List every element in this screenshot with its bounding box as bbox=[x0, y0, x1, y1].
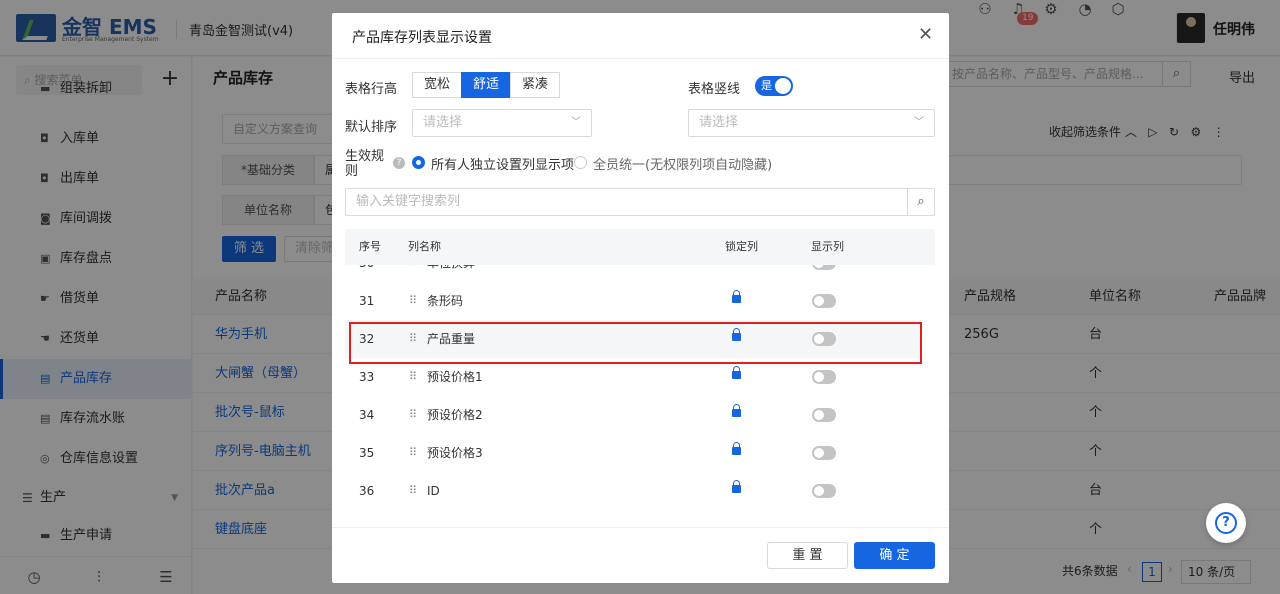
search-icon[interactable]: ⌕ bbox=[907, 189, 934, 215]
col-lock: 锁定列 bbox=[725, 240, 758, 253]
default-sort-label: 默认排序 bbox=[345, 120, 398, 135]
list-item[interactable]: 34 ⠿ 预设价格2 bbox=[345, 396, 921, 434]
reset-button[interactable]: 重 置 bbox=[767, 542, 848, 569]
lock-icon[interactable] bbox=[732, 265, 741, 267]
dialog-title: 产品库存列表显示设置 bbox=[352, 30, 492, 46]
row-seq: 34 bbox=[359, 408, 375, 422]
rule-individual-label[interactable]: 所有人独立设置列显示项 bbox=[431, 154, 574, 173]
rule-radio-unified[interactable] bbox=[574, 156, 587, 169]
row-height-label: 表格行高 bbox=[345, 82, 398, 97]
col-seq: 序号 bbox=[359, 240, 381, 253]
toggle-knob bbox=[775, 78, 791, 94]
toggle-text: 是 bbox=[761, 79, 772, 92]
drag-handle-icon[interactable]: ⠿ bbox=[409, 282, 417, 320]
highlight-box bbox=[349, 322, 922, 364]
sort-order-select[interactable]: 请选择 ﹀ bbox=[688, 109, 935, 137]
row-height-loose[interactable]: 宽松 bbox=[412, 72, 462, 98]
column-grid-body: 30 ⠿ 单位换算 31 ⠿ 条形码 32 ⠿ 产品重量 33 ⠿ 预设价格1 bbox=[345, 265, 935, 527]
lock-icon[interactable] bbox=[732, 480, 741, 495]
rule-radio-individual[interactable] bbox=[412, 156, 425, 169]
help-button[interactable]: ? bbox=[1206, 503, 1246, 543]
effect-rule-label: 生效规则 bbox=[345, 149, 385, 179]
column-grid-header: 序号 列名称 锁定列 显示列 bbox=[345, 229, 935, 265]
row-column-name: 预设价格3 bbox=[427, 446, 483, 460]
help-icon[interactable]: ? bbox=[393, 157, 405, 169]
show-column-switch[interactable] bbox=[812, 265, 836, 270]
lock-icon[interactable] bbox=[732, 290, 741, 305]
dialog-footer: 重 置 确 定 bbox=[332, 527, 949, 583]
row-height-comfortable[interactable]: 舒适 bbox=[461, 72, 511, 98]
question-icon: ? bbox=[1215, 512, 1237, 534]
row-seq: 35 bbox=[359, 446, 375, 460]
drag-handle-icon[interactable]: ⠿ bbox=[409, 434, 417, 472]
confirm-button[interactable]: 确 定 bbox=[854, 542, 935, 569]
default-sort-select[interactable]: 请选择 ﹀ bbox=[412, 109, 592, 137]
show-column-switch[interactable] bbox=[812, 484, 836, 498]
row-column-name: 预设价格2 bbox=[427, 408, 483, 422]
drag-handle-icon[interactable]: ⠿ bbox=[409, 472, 417, 510]
show-column-switch[interactable] bbox=[812, 408, 836, 422]
show-column-switch[interactable] bbox=[812, 446, 836, 460]
row-seq: 30 bbox=[359, 265, 374, 282]
rule-unified-label[interactable]: 全员统一(无权限列项自动隐藏) bbox=[593, 154, 772, 173]
vertical-line-label: 表格竖线 bbox=[688, 82, 741, 97]
col-column-name: 列名称 bbox=[408, 240, 441, 253]
row-column-name: 条形码 bbox=[427, 294, 464, 308]
dialog-header: 产品库存列表显示设置 ✕ bbox=[332, 13, 949, 59]
list-item[interactable]: 31 ⠿ 条形码 bbox=[345, 282, 921, 320]
show-column-switch[interactable] bbox=[812, 294, 836, 308]
column-search-input[interactable]: 输入关键字搜索列 ⌕ bbox=[345, 188, 935, 216]
chevron-down-icon: ﹀ bbox=[571, 117, 581, 128]
close-icon[interactable]: ✕ bbox=[918, 25, 933, 45]
chevron-down-icon: ﹀ bbox=[914, 117, 924, 128]
drag-handle-icon[interactable]: ⠿ bbox=[409, 396, 417, 434]
vertical-line-toggle[interactable]: 是 bbox=[755, 76, 793, 96]
col-show: 显示列 bbox=[811, 240, 844, 253]
list-item[interactable]: 30 ⠿ 单位换算 bbox=[345, 265, 921, 282]
lock-icon[interactable] bbox=[732, 442, 741, 457]
row-height-compact[interactable]: 紧凑 bbox=[510, 72, 560, 98]
row-column-name: 单位换算 bbox=[427, 265, 475, 282]
row-column-name: ID bbox=[427, 484, 440, 498]
row-seq: 36 bbox=[359, 484, 375, 498]
column-settings-dialog: 产品库存列表显示设置 ✕ 表格行高 宽松 舒适 紧凑 表格竖线 是 默认排序 请… bbox=[332, 13, 949, 583]
list-item[interactable]: 36 ⠿ ID bbox=[345, 472, 921, 510]
drag-handle-icon[interactable]: ⠿ bbox=[409, 265, 417, 282]
row-seq: 31 bbox=[359, 294, 375, 308]
lock-icon[interactable] bbox=[732, 404, 741, 419]
show-column-switch[interactable] bbox=[812, 370, 836, 384]
lock-icon[interactable] bbox=[732, 366, 741, 381]
list-item[interactable]: 35 ⠿ 预设价格3 bbox=[345, 434, 921, 472]
